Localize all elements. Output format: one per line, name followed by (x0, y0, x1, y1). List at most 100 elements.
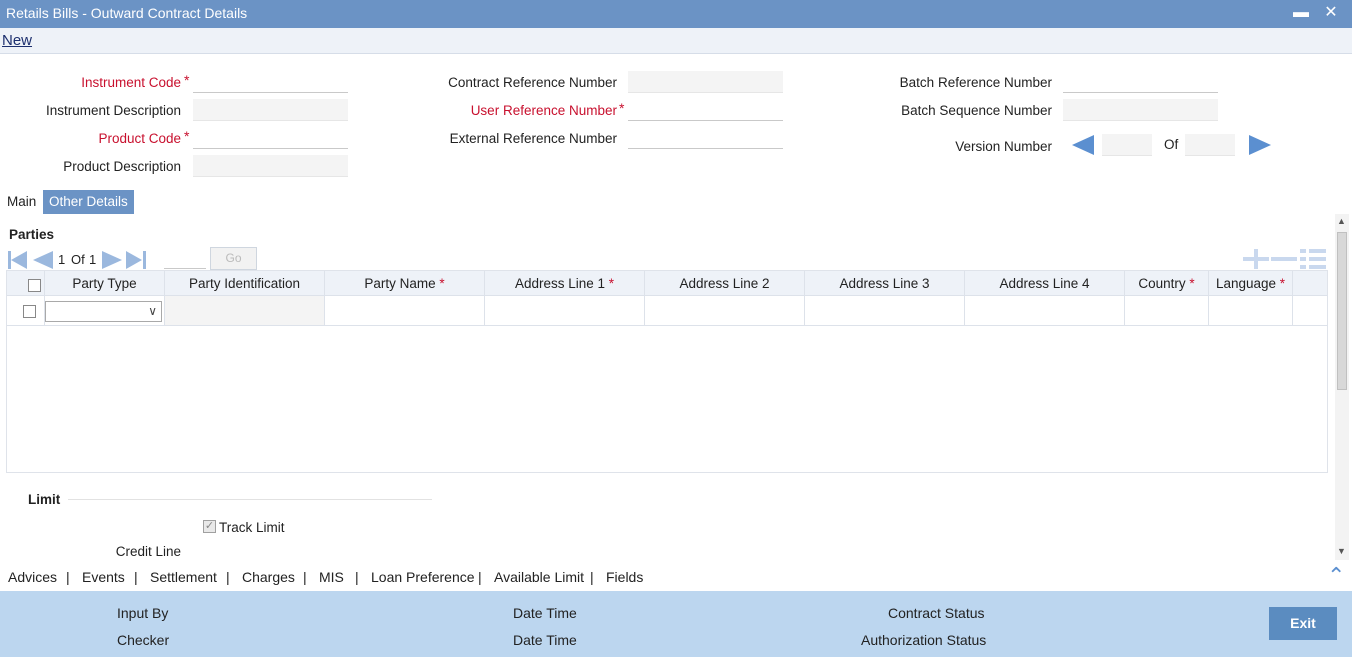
address-line-3-cell[interactable] (805, 296, 965, 326)
party-type-select[interactable]: ∨ (45, 301, 162, 322)
column-header-label: Address Line 4 (999, 276, 1090, 291)
settlement-link[interactable]: Settlement (150, 569, 217, 585)
date-time-label: Date Time (513, 605, 577, 621)
events-link[interactable]: Events (82, 569, 125, 585)
collapse-up-icon[interactable]: ⌃ (1327, 563, 1345, 589)
mis-link[interactable]: MIS (319, 569, 344, 585)
new-link[interactable]: New (2, 32, 32, 49)
version-of-label: Of (1164, 137, 1179, 152)
language-cell[interactable] (1209, 296, 1293, 326)
table-row-select (7, 296, 45, 326)
product-code-input[interactable] (193, 127, 348, 149)
required-marker: * (1189, 276, 1195, 291)
next-page-icon[interactable] (102, 251, 122, 269)
column-header-label: Address Line 1 (514, 276, 606, 291)
required-marker: * (184, 128, 190, 144)
vertical-scrollbar[interactable]: ▲ ▼ (1335, 214, 1349, 560)
party-name-cell[interactable] (325, 296, 485, 326)
party-identification-cell (165, 296, 325, 326)
batch-reference-number-label: Batch Reference Number (899, 75, 1052, 90)
column-header-label: Party Identification (188, 276, 301, 291)
next-version-icon[interactable] (1249, 135, 1271, 155)
contract-reference-number-label: Contract Reference Number (448, 75, 617, 90)
pager-current: 1 (58, 252, 66, 267)
product-description-label: Product Description (63, 159, 181, 174)
address-line-4-cell[interactable] (965, 296, 1125, 326)
first-page-arrow-icon (11, 251, 27, 269)
fields-link[interactable]: Fields (606, 569, 643, 585)
previous-page-icon[interactable] (33, 251, 53, 269)
row-checkbox[interactable] (23, 305, 36, 318)
address-line-1-cell[interactable] (485, 296, 645, 326)
tab-main[interactable]: Main (1, 190, 42, 214)
select-all-header (7, 271, 45, 296)
tab-other-details[interactable]: Other Details (43, 190, 134, 214)
column-header-spacer (1293, 271, 1327, 296)
loan-preference-link[interactable]: Loan Preference (371, 569, 475, 585)
required-marker: * (1279, 276, 1286, 291)
required-marker: * (439, 276, 445, 291)
link-separator: | (478, 569, 482, 585)
add-row-icon[interactable] (1243, 249, 1269, 269)
column-header[interactable]: Language * (1209, 271, 1293, 296)
minimize-icon[interactable]: ▬ (1291, 3, 1311, 23)
close-icon[interactable]: ✕ (1321, 3, 1341, 23)
batch-reference-number-input[interactable] (1063, 71, 1218, 93)
column-header[interactable]: Party Name * (325, 271, 485, 296)
pager-total: 1 (89, 252, 97, 267)
last-page-arrow-icon (126, 251, 142, 269)
column-header[interactable]: Party Identification (165, 271, 325, 296)
link-separator: | (134, 569, 138, 585)
external-reference-number-label: External Reference Number (449, 131, 617, 146)
address-line-2-cell[interactable] (645, 296, 805, 326)
go-button[interactable]: Go (210, 247, 257, 270)
column-header[interactable]: Address Line 3 (805, 271, 965, 296)
instrument-description-label: Instrument Description (45, 103, 181, 118)
list-view-icon[interactable] (1300, 249, 1326, 269)
track-limit-label: Track Limit (219, 520, 285, 535)
last-page-icon[interactable] (143, 251, 146, 269)
column-header[interactable]: Address Line 1 * (485, 271, 645, 296)
track-limit-checkbox[interactable]: ✓ (203, 520, 216, 533)
scrollbar-thumb[interactable] (1337, 232, 1347, 390)
checker-label: Checker (117, 632, 170, 648)
advices-link[interactable]: Advices (8, 569, 57, 585)
external-reference-number-input[interactable] (628, 127, 783, 149)
column-header-label: Language (1215, 276, 1277, 291)
column-header[interactable]: Address Line 2 (645, 271, 805, 296)
required-marker: * (184, 72, 190, 88)
exit-button[interactable]: Exit (1269, 607, 1337, 640)
credit-line-label: Credit Line (115, 544, 181, 559)
remove-row-icon[interactable] (1271, 257, 1297, 261)
batch-sequence-number-input (1063, 99, 1218, 121)
instrument-code-input[interactable] (193, 71, 348, 93)
scroll-down-icon[interactable]: ▼ (1337, 546, 1346, 556)
charges-link[interactable]: Charges (242, 569, 295, 585)
required-marker: * (608, 276, 615, 291)
limit-divider (68, 499, 432, 500)
input-by-label: Input By (117, 605, 169, 621)
link-separator: | (226, 569, 230, 585)
country-cell[interactable] (1125, 296, 1209, 326)
column-header[interactable]: Party Type (45, 271, 165, 296)
goto-page-input[interactable] (164, 249, 206, 269)
column-header-label: Party Name (364, 276, 436, 291)
user-reference-number-input[interactable] (628, 99, 783, 121)
menu-bar: New (0, 28, 1352, 54)
window-title: Retails Bills - Outward Contract Details (6, 5, 248, 21)
user-reference-number-label: User Reference Number (470, 103, 617, 118)
chevron-down-icon: ∨ (148, 304, 157, 318)
link-separator: | (590, 569, 594, 585)
select-all-checkbox[interactable] (28, 279, 41, 292)
column-header-label: Party Type (72, 276, 137, 291)
column-header-label: Address Line 3 (839, 276, 930, 291)
scroll-up-icon[interactable]: ▲ (1337, 216, 1346, 226)
previous-version-icon[interactable] (1072, 135, 1094, 155)
batch-sequence-number-label: Batch Sequence Number (901, 103, 1052, 118)
version-current-input (1102, 134, 1152, 156)
column-header[interactable]: Country * (1125, 271, 1209, 296)
available-limit-link[interactable]: Available Limit (494, 569, 584, 585)
parties-grid: Party Type Party Identification Party Na… (6, 270, 1328, 473)
column-header[interactable]: Address Line 4 (965, 271, 1125, 296)
limit-section-title: Limit (28, 492, 61, 507)
